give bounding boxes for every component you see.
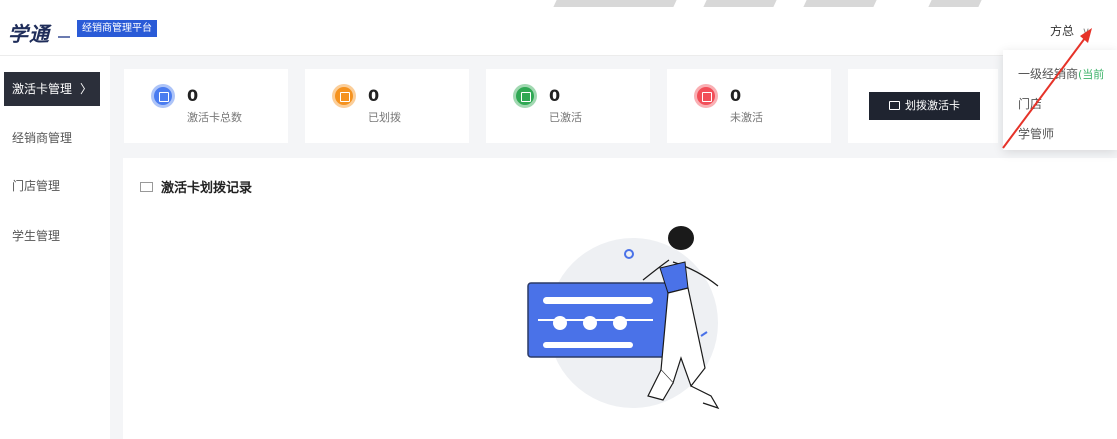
stat-card-activated: 0 已激活	[486, 69, 650, 143]
dropdown-item-dealer[interactable]: 一级经销商(当前	[1018, 65, 1104, 82]
user-name: 方总	[1050, 24, 1075, 38]
current-role-tag: (当前	[1078, 68, 1105, 81]
browser-tab-strip	[540, 0, 982, 8]
card-icon	[151, 84, 175, 108]
card-icon	[694, 84, 718, 108]
check-card-icon	[513, 84, 537, 108]
list-icon	[140, 182, 153, 192]
sidebar-item-dealers[interactable]: 经销商管理	[4, 121, 100, 155]
stat-card-allocated: 0 已划拨	[305, 69, 469, 143]
chevron-right-icon: 〉	[79, 82, 92, 96]
sidebar-item-label: 经销商管理	[12, 131, 73, 145]
allocate-button-label: 划拨激活卡	[905, 99, 960, 112]
sidebar-item-students[interactable]: 学生管理	[4, 219, 100, 253]
sidebar-item-label: 门店管理	[12, 179, 61, 193]
stat-value: 0	[730, 86, 742, 105]
sidebar-item-label: 学生管理	[12, 229, 61, 243]
stat-card-total: 0 激活卡总数	[124, 69, 288, 143]
platform-badge: 经销商管理平台	[77, 20, 157, 37]
records-panel: 激活卡划拨记录	[123, 158, 1117, 439]
records-title: 激活卡划拨记录	[140, 177, 252, 196]
stat-label: 已激活	[549, 111, 582, 124]
dropdown-item-label: 学管师	[1018, 127, 1055, 141]
stat-card-inactive: 0 未激活	[667, 69, 831, 143]
records-title-text: 激活卡划拨记录	[161, 181, 253, 196]
card-icon	[332, 84, 356, 108]
stat-label: 未激活	[730, 111, 763, 124]
sidebar-item-stores[interactable]: 门店管理	[4, 169, 100, 203]
dropdown-item-label: 一级经销商	[1018, 67, 1079, 81]
user-menu[interactable]: 方总 ∨	[1050, 22, 1090, 39]
stat-value: 0	[187, 86, 199, 105]
sidebar-item-label: 激活卡管理	[12, 82, 73, 96]
stat-value: 0	[368, 86, 380, 105]
allocate-card-button[interactable]: 划拨激活卡	[869, 92, 980, 120]
empty-state-illustration	[527, 226, 720, 410]
user-dropdown-menu: 一级经销商(当前 门店 学管师	[1003, 50, 1117, 150]
app-logo[interactable]: 学通	[8, 18, 50, 47]
stat-value: 0	[549, 86, 561, 105]
sidebar-item-activation-cards[interactable]: 激活卡管理 〉	[4, 72, 100, 106]
dropdown-item-label: 门店	[1018, 97, 1043, 111]
chevron-down-icon: ∨	[1082, 25, 1091, 38]
action-card: 划拨激活卡	[848, 69, 998, 143]
dropdown-item-teacher[interactable]: 学管师	[1018, 125, 1054, 142]
card-icon	[889, 101, 900, 110]
dropdown-item-store[interactable]: 门店	[1018, 95, 1042, 112]
logo-underline	[58, 36, 70, 38]
stat-label: 已划拨	[368, 111, 401, 124]
stat-label: 激活卡总数	[187, 111, 242, 124]
top-header: 学通 经销商管理平台 方总 ∨	[0, 0, 1117, 56]
sidebar: 激活卡管理 〉 经销商管理 门店管理 学生管理	[0, 56, 110, 439]
